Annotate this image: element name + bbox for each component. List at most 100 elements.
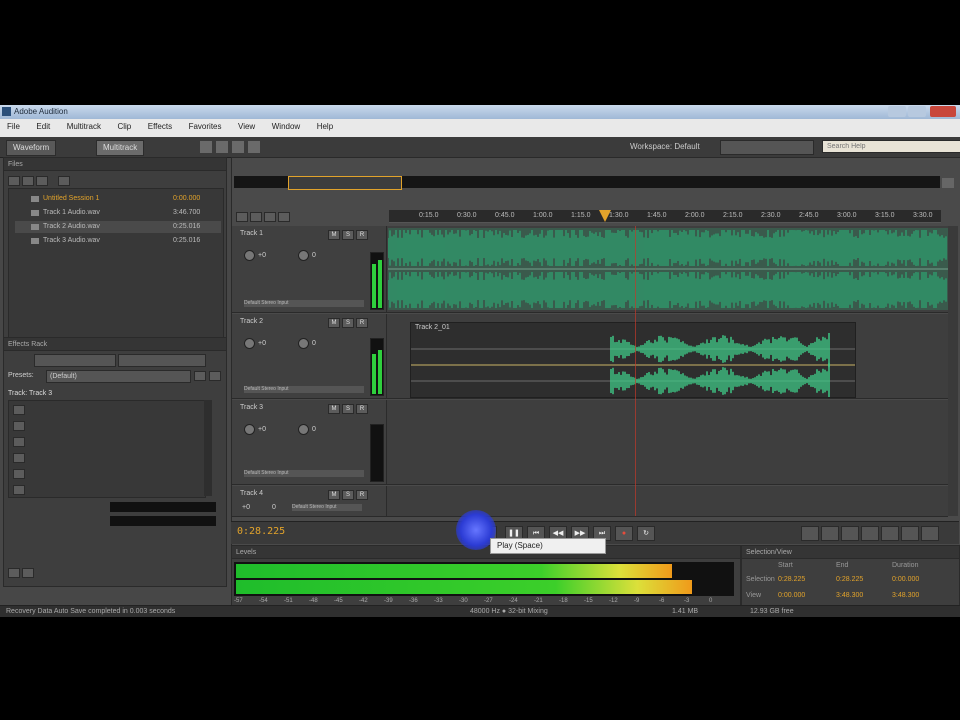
mute-button[interactable]: M <box>328 230 340 240</box>
move-tool-icon[interactable] <box>200 141 212 153</box>
solo-button[interactable]: S <box>342 490 354 500</box>
file-row[interactable]: Track 2 Audio.wav 0:25.016 <box>15 221 221 233</box>
zoom-tracks-icon[interactable] <box>921 526 939 541</box>
overview-bar[interactable] <box>234 176 940 190</box>
mute-button[interactable]: M <box>328 490 340 500</box>
minimize-button[interactable] <box>888 106 906 117</box>
volume-knob[interactable] <box>244 424 255 435</box>
track-effects-tab[interactable] <box>118 354 206 367</box>
track-name[interactable]: Track 3 <box>240 404 263 411</box>
loop-button[interactable]: ↻ <box>637 526 655 541</box>
view-start[interactable]: 0:00.000 <box>778 592 805 599</box>
pan-knob[interactable] <box>298 250 309 261</box>
track-tools-icon[interactable] <box>236 212 248 222</box>
zoom-selection-icon[interactable] <box>901 526 919 541</box>
files-panel-title[interactable]: Files <box>4 161 23 168</box>
effects-scrollbar[interactable] <box>204 400 212 496</box>
effect-power-icon[interactable] <box>13 421 25 431</box>
mute-button[interactable]: M <box>328 404 340 414</box>
zoom-in-time-icon[interactable] <box>841 526 859 541</box>
effects-icon[interactable] <box>264 212 276 222</box>
mute-button[interactable]: M <box>328 318 340 328</box>
file-row[interactable]: Untitled Session 1 0:00.000 <box>15 193 221 205</box>
track-output-dropdown[interactable]: Default Stereo Input <box>244 470 364 477</box>
new-file-icon[interactable] <box>8 176 20 186</box>
maximize-button[interactable] <box>908 106 926 117</box>
apply-icon[interactable] <box>22 568 34 578</box>
effect-power-icon[interactable] <box>13 485 25 495</box>
menu-favorites[interactable]: Favorites <box>182 119 229 134</box>
view-zoom-handle[interactable] <box>288 176 402 190</box>
record-arm-button[interactable]: R <box>356 318 368 328</box>
levels-title[interactable]: Levels <box>232 549 256 556</box>
record-arm-button[interactable]: R <box>356 404 368 414</box>
track-1-waveform[interactable] <box>388 228 948 310</box>
zoom-out-full-icon[interactable] <box>881 526 899 541</box>
record-button[interactable]: ● <box>615 526 633 541</box>
ruler-tick: 1:15.0 <box>571 212 591 219</box>
view-end[interactable]: 3:48.300 <box>836 592 863 599</box>
save-preset-icon[interactable] <box>194 371 206 381</box>
effect-power-icon[interactable] <box>13 405 25 415</box>
time-selection-tool-icon[interactable] <box>248 141 260 153</box>
close-button[interactable] <box>930 106 956 117</box>
menu-multitrack[interactable]: Multitrack <box>60 119 108 134</box>
record-arm-button[interactable]: R <box>356 490 368 500</box>
power-icon[interactable] <box>8 568 20 578</box>
menu-window[interactable]: Window <box>265 119 307 134</box>
view-duration[interactable]: 3:48.300 <box>892 592 919 599</box>
clip-effects-tab[interactable] <box>34 354 116 367</box>
selection-duration[interactable]: 0:00.000 <box>892 576 919 583</box>
volume-icon[interactable] <box>250 212 262 222</box>
effect-power-icon[interactable] <box>13 437 25 447</box>
track-output-dropdown[interactable]: Default Stereo Input <box>292 504 362 511</box>
volume-knob[interactable] <box>244 338 255 349</box>
waveform-tab[interactable]: Waveform <box>6 140 57 156</box>
editor-vertical-scrollbar[interactable] <box>948 226 958 516</box>
open-file-icon[interactable] <box>22 176 34 186</box>
track-2-clip[interactable]: Track 2_01 <box>410 322 856 398</box>
effect-power-icon[interactable] <box>13 453 25 463</box>
effects-panel-title[interactable]: Effects Rack <box>4 341 47 348</box>
file-row[interactable]: Track 1 Audio.wav 3:46.700 <box>15 207 221 219</box>
time-ruler[interactable]: 0:15.0 0:30.0 0:45.0 1:00.0 1:15.0 1:30.… <box>389 210 941 223</box>
razor-tool-icon[interactable] <box>216 141 228 153</box>
search-help-input[interactable] <box>822 140 960 153</box>
menu-help[interactable]: Help <box>310 119 340 134</box>
track-output-dropdown[interactable]: Default Stereo Input <box>244 386 364 393</box>
zoom-out-amplitude-icon[interactable] <box>821 526 839 541</box>
track-name[interactable]: Track 1 <box>240 230 263 237</box>
selection-end[interactable]: 0:28.225 <box>836 576 863 583</box>
selection-title[interactable]: Selection/View <box>742 549 792 556</box>
workspace-dropdown[interactable] <box>720 140 814 155</box>
zoom-in-amplitude-icon[interactable] <box>801 526 819 541</box>
menu-clip[interactable]: Clip <box>110 119 138 134</box>
zoom-icon[interactable] <box>942 178 954 188</box>
record-arm-button[interactable]: R <box>356 230 368 240</box>
menu-file[interactable]: File <box>0 119 27 134</box>
solo-button[interactable]: S <box>342 230 354 240</box>
track-level-meter <box>370 252 384 310</box>
close-file-icon[interactable] <box>58 176 70 186</box>
solo-button[interactable]: S <box>342 318 354 328</box>
zoom-out-time-icon[interactable] <box>861 526 879 541</box>
track-name[interactable]: Track 4 <box>240 490 263 497</box>
selection-start[interactable]: 0:28.225 <box>778 576 805 583</box>
presets-dropdown[interactable]: (Default) <box>46 370 191 383</box>
track-name[interactable]: Track 2 <box>240 318 263 325</box>
menu-edit[interactable]: Edit <box>29 119 57 134</box>
solo-button[interactable]: S <box>342 404 354 414</box>
pan-knob[interactable] <box>298 424 309 435</box>
file-row[interactable]: Track 3 Audio.wav 0:25.016 <box>15 235 221 247</box>
menu-effects[interactable]: Effects <box>141 119 179 134</box>
import-icon[interactable] <box>36 176 48 186</box>
pan-knob[interactable] <box>298 338 309 349</box>
multitrack-tab[interactable]: Multitrack <box>96 140 145 156</box>
menu-view[interactable]: View <box>231 119 262 134</box>
delete-preset-icon[interactable] <box>209 371 221 381</box>
track-output-dropdown[interactable]: Default Stereo Input <box>244 300 364 307</box>
slip-tool-icon[interactable] <box>232 141 244 153</box>
volume-knob[interactable] <box>244 250 255 261</box>
effect-power-icon[interactable] <box>13 469 25 479</box>
sends-icon[interactable] <box>278 212 290 222</box>
